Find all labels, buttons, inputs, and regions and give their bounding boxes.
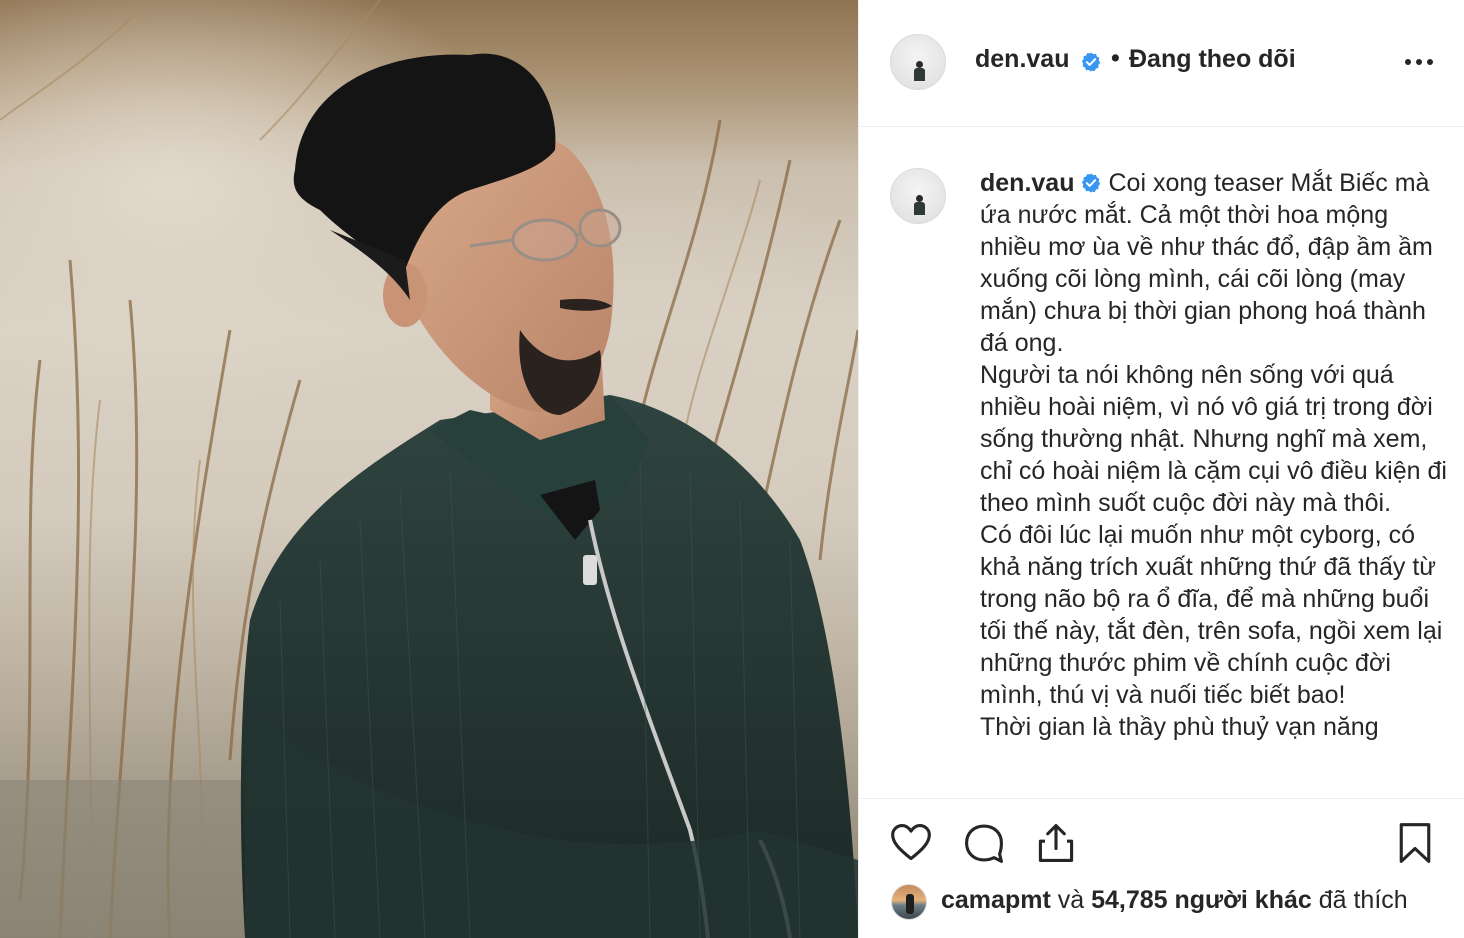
share-icon[interactable] [1034, 821, 1078, 865]
bookmark-icon[interactable] [1393, 821, 1437, 865]
post-caption: den.vau Coi xong teaser Mắt Biếc mà ứa nư… [980, 167, 1450, 743]
post-side-panel: den.vau • Đang theo dõi den.vau Coi xong … [858, 0, 1464, 938]
verified-badge-icon [1082, 173, 1101, 193]
comment-icon[interactable] [962, 821, 1006, 865]
action-bar [859, 798, 1464, 878]
caption-author-username[interactable]: den.vau [980, 169, 1074, 197]
likes-summary: camapmt và 54,785 người khác đã thích [941, 886, 1408, 915]
likes-row: camapmt và 54,785 người khác đã thích [859, 878, 1464, 922]
likes-suffix: đã thích [1311, 886, 1408, 914]
author-avatar[interactable] [890, 34, 946, 90]
caption-text: Coi xong teaser Mắt Biếc mà ứa nước mắt.… [980, 169, 1447, 741]
author-username[interactable]: den.vau [975, 45, 1069, 74]
caption-scroll-area[interactable]: den.vau Coi xong teaser Mắt Biếc mà ứa nư… [859, 128, 1464, 790]
verified-badge-icon [1081, 52, 1101, 72]
likes-others: người khác [1167, 886, 1312, 914]
likes-connector: và [1050, 886, 1092, 914]
post-header: den.vau • Đang theo dõi [859, 0, 1464, 127]
liker-avatar[interactable] [891, 884, 927, 920]
heart-icon[interactable] [889, 821, 933, 865]
header-separator: • [1111, 44, 1120, 72]
caption-author-avatar[interactable] [890, 168, 946, 224]
post-photo[interactable] [0, 0, 858, 938]
likes-count: 54,785 [1091, 886, 1168, 914]
photo-illustration [0, 0, 858, 938]
likes-count-link[interactable]: 54,785 người khác [1091, 886, 1312, 914]
following-button[interactable]: Đang theo dõi [1129, 45, 1296, 74]
more-options-icon[interactable] [1405, 54, 1435, 70]
liker-username[interactable]: camapmt [941, 886, 1051, 914]
